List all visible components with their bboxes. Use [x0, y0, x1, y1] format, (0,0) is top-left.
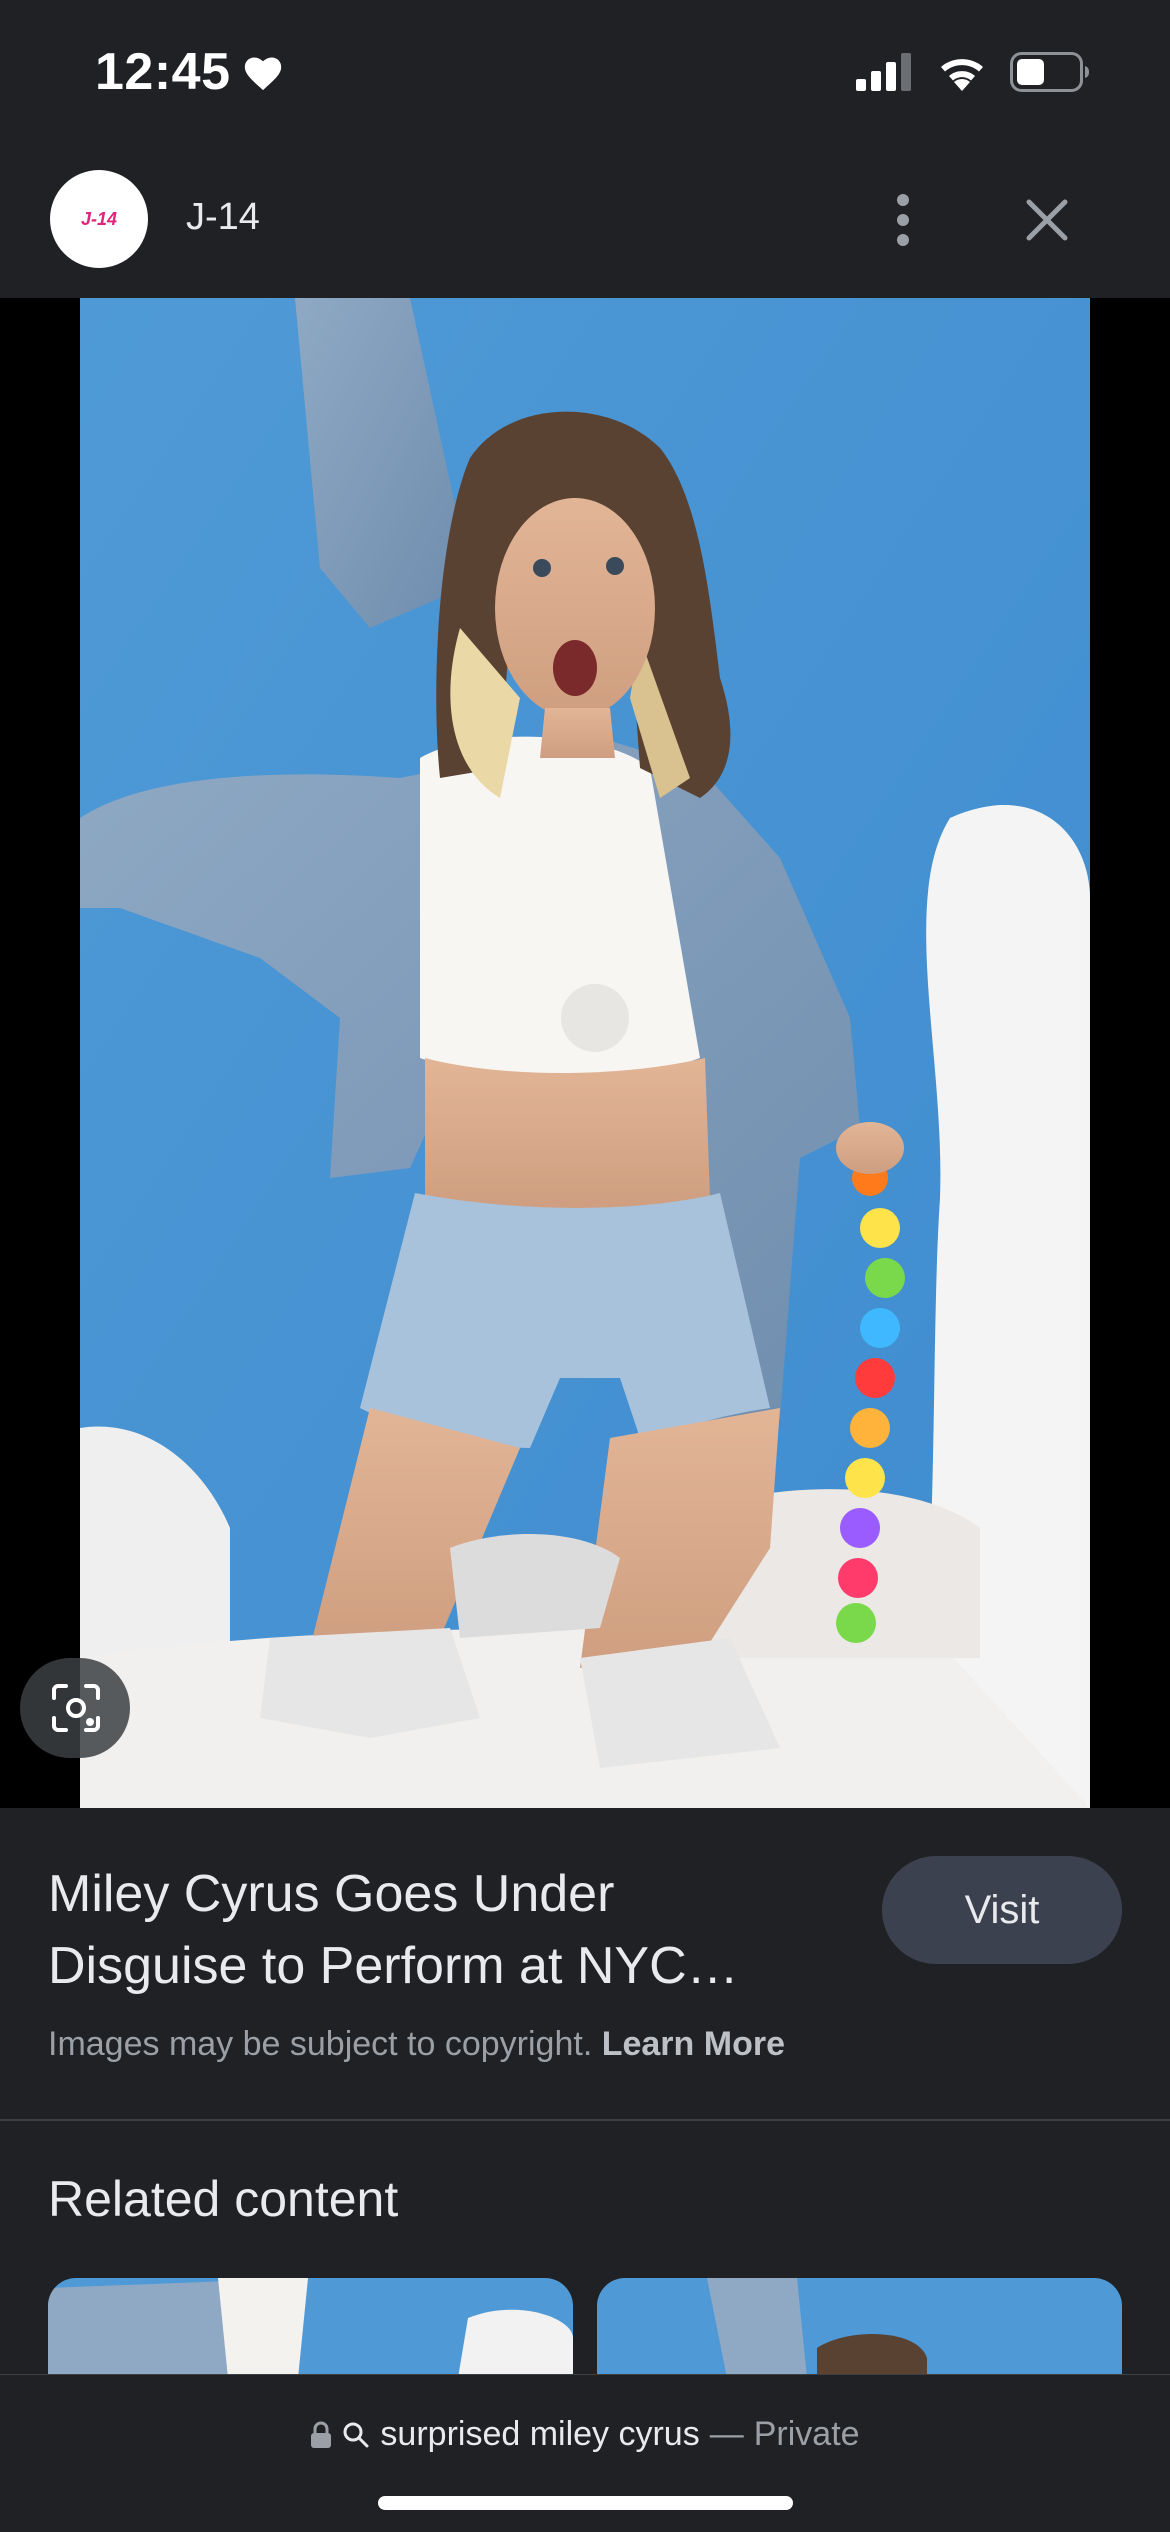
result-title[interactable]: Miley Cyrus Goes Under Disguise to Perfo…	[48, 1858, 828, 2002]
search-query: surprised miley cyrus	[380, 2415, 700, 2453]
search-icon	[343, 2422, 369, 2447]
copyright-notice: Images may be subject to copyright. Lear…	[48, 2025, 785, 2064]
close-button[interactable]	[1015, 185, 1079, 255]
google-lens-icon	[52, 1684, 100, 1732]
result-info: Miley Cyrus Goes Under Disguise to Perfo…	[0, 1808, 1170, 2118]
close-icon	[1026, 199, 1068, 241]
home-indicator[interactable]	[378, 2496, 793, 2510]
more-options-button[interactable]	[880, 185, 926, 255]
heart-icon	[244, 57, 281, 91]
url-line[interactable]: surprised miley cyrus — Private	[0, 2415, 1170, 2454]
divider	[0, 2119, 1170, 2121]
status-bar: 12:45	[0, 0, 1170, 150]
result-image[interactable]	[80, 298, 1090, 1808]
related-thumbnail	[597, 2278, 1122, 2378]
related-card[interactable]	[48, 2278, 573, 2378]
copyright-text: Images may be subject to copyright.	[48, 2025, 593, 2063]
source-name[interactable]: J-14	[186, 196, 260, 239]
url-separator: —	[709, 2415, 744, 2453]
lock-icon	[311, 2420, 332, 2448]
cellular-signal-icon	[856, 53, 911, 91]
learn-more-link[interactable]: Learn More	[602, 2025, 785, 2063]
visit-button[interactable]: Visit	[882, 1856, 1122, 1964]
status-time-wrap: 12:45	[95, 42, 285, 102]
screen: 12:45 J-14 J-14 Miley Cyrus Goes Under D…	[0, 0, 1170, 2532]
wifi-icon	[941, 59, 983, 91]
image-viewer[interactable]	[0, 298, 1170, 1808]
result-header: J-14 J-14	[0, 160, 1170, 280]
related-card[interactable]	[597, 2278, 1122, 2378]
google-lens-button[interactable]	[20, 1658, 130, 1758]
related-thumbnail	[48, 2278, 573, 2378]
status-icons	[856, 52, 1090, 92]
status-time: 12:45	[95, 43, 231, 101]
source-logo[interactable]: J-14	[50, 170, 148, 268]
related-content-heading: Related content	[48, 2171, 399, 2227]
more-vert-icon	[897, 194, 909, 246]
bottom-url-bar[interactable]: surprised miley cyrus — Private	[0, 2374, 1170, 2532]
photo-illustration	[80, 298, 1090, 1808]
browsing-mode: Private	[753, 2415, 860, 2453]
battery-icon	[1010, 52, 1089, 92]
